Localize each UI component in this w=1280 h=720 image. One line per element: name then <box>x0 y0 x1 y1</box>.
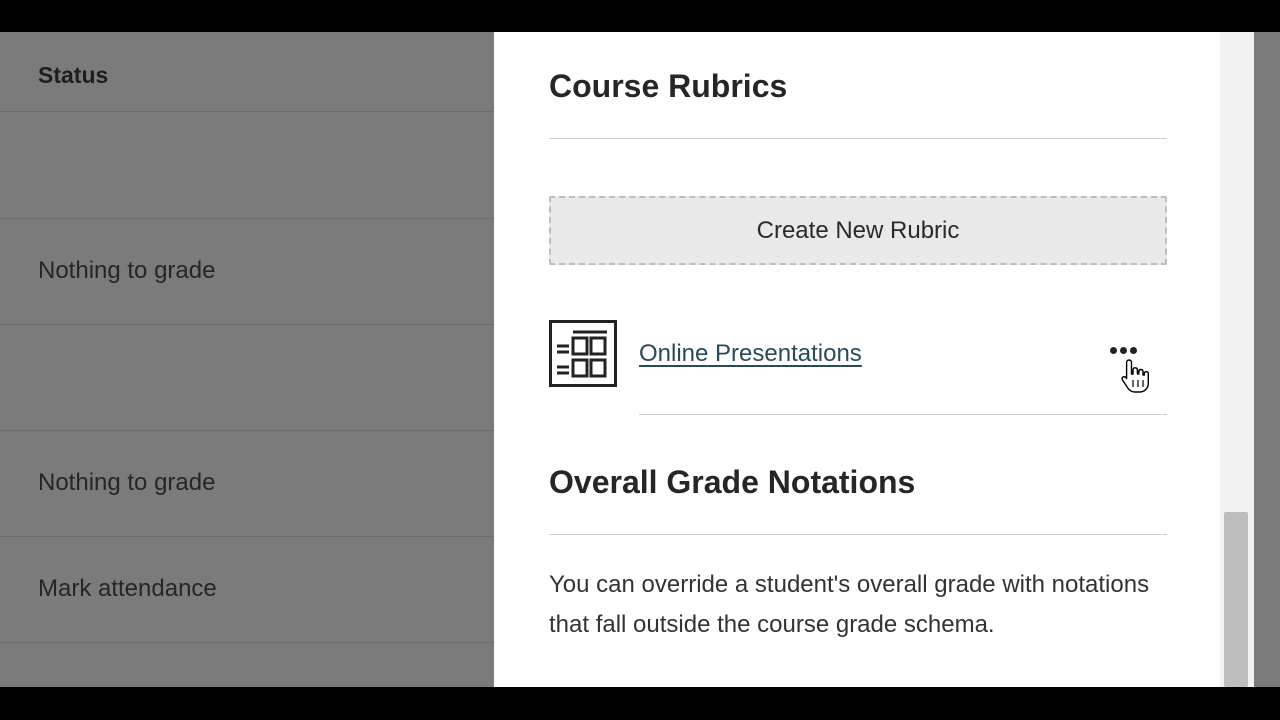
course-settings-panel: Course Rubrics Create New Rubric Online … <box>494 32 1220 687</box>
divider <box>639 414 1167 415</box>
course-rubrics-heading: Course Rubrics <box>549 68 788 104</box>
dot <box>1109 346 1117 354</box>
overall-grade-notations-heading: Overall Grade Notations <box>549 464 916 500</box>
notations-description: You can override a student's overall gra… <box>549 571 1150 638</box>
status-cell: Mark attendance <box>38 575 217 602</box>
scrollbar-thumb[interactable] <box>1224 512 1248 687</box>
more-options-icon[interactable] <box>1105 338 1141 362</box>
table-header-row: Status <box>0 32 494 112</box>
screen: Status Nothing to grade Nothing to grade… <box>0 32 1280 687</box>
create-new-rubric-button[interactable]: Create New Rubric <box>549 196 1167 265</box>
dot <box>1119 346 1127 354</box>
table-row: Mark attendance <box>0 537 494 643</box>
table-row <box>0 325 494 431</box>
letterbox-top <box>0 0 1280 32</box>
dot <box>1129 346 1137 354</box>
table-row <box>0 112 494 219</box>
status-cell: Nothing to grade <box>38 469 216 496</box>
letterbox-bottom <box>0 687 1280 720</box>
status-column-header: Status <box>38 62 109 88</box>
grade-table-overlay: Status Nothing to grade Nothing to grade… <box>0 32 494 687</box>
divider <box>549 534 1167 535</box>
table-row: Nothing to grade <box>0 219 494 325</box>
divider <box>549 138 1167 139</box>
rubric-link-online-presentations[interactable]: Online Presentations <box>639 340 862 368</box>
overlay-edge <box>1254 32 1280 687</box>
rubric-list-item: Online Presentations <box>549 320 1167 416</box>
status-cell: Nothing to grade <box>38 257 216 284</box>
table-row: Nothing to grade <box>0 431 494 537</box>
rubric-grid-icon <box>549 320 617 387</box>
table-row: ... <box>0 643 494 687</box>
